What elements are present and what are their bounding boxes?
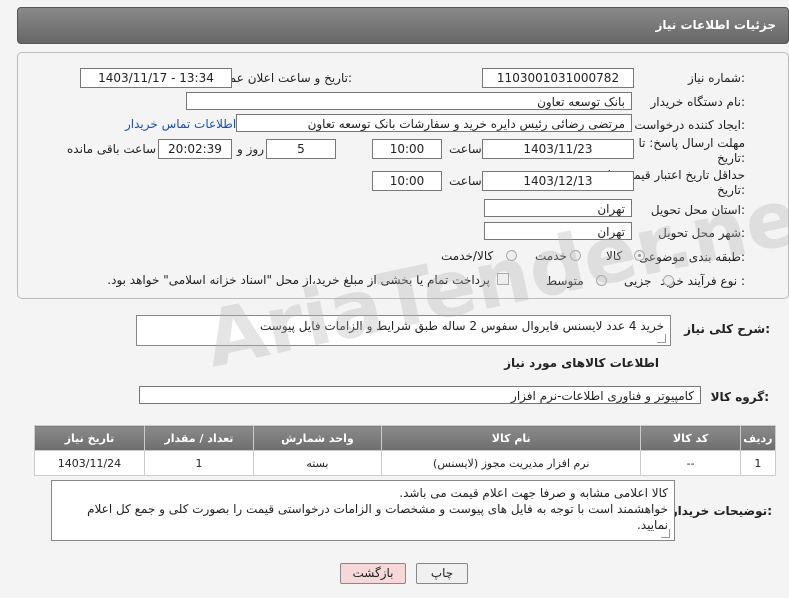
buyer-notes-label: توضیحات خریدار:: [670, 504, 772, 518]
buyer-notes-textarea[interactable]: کالا اعلامی مشابه و صرفا جهت اعلام قیمت …: [51, 480, 675, 541]
city-field: تهران: [484, 222, 632, 240]
days-label: روز و: [237, 142, 264, 156]
category-goods-service-label: کالا/خدمت: [441, 249, 494, 263]
deadline-time-field: 10:00: [372, 139, 442, 159]
col-quantity: تعداد / مقدار: [143, 425, 254, 451]
goods-section-title: اطلاعات کالاهای مورد نیاز: [504, 356, 659, 370]
announce-datetime-field: 1403/11/17 - 13:34: [80, 68, 232, 88]
page-title-bar: جزئیات اطلاعات نیاز: [17, 7, 789, 44]
cell-unit: بسته: [252, 450, 383, 476]
treasury-payment-checkbox[interactable]: [497, 273, 509, 285]
col-row-number: ردیف: [739, 425, 777, 451]
category-label: طبقه بندی موضوعی:: [638, 250, 745, 264]
cell-row-number: 1: [739, 450, 777, 476]
deadline-date-field: 1403/11/23: [482, 139, 634, 159]
need-number-label: شماره نیاز:: [687, 71, 745, 85]
treasury-payment-note: پرداخت تمام یا بخشی از مبلغ خرید،از محل …: [107, 273, 490, 287]
process-minor-radio[interactable]: [663, 275, 674, 286]
description-textarea[interactable]: خرید 4 عدد لایسنس فایروال سفوس 2 ساله طب…: [136, 315, 671, 346]
category-service-radio[interactable]: [570, 250, 581, 261]
goods-group-label: گروه کالا:: [710, 390, 769, 404]
cell-goods-code: --: [640, 450, 741, 476]
validity-date-field: 1403/12/13: [482, 171, 634, 191]
remaining-time-label: ساعت باقی مانده: [67, 142, 157, 156]
goods-group-field: کامپیوتر و فناوری اطلاعات-نرم افزار: [139, 386, 701, 404]
category-goods-service-radio[interactable]: [506, 250, 517, 261]
category-service-label: خدمت: [535, 249, 567, 263]
buyer-contact-link[interactable]: اطلاعات تماس خریدار: [125, 117, 236, 131]
col-need-date: تاریخ نیاز: [34, 425, 145, 451]
cell-quantity: 1: [143, 450, 254, 476]
validity-date-label: تاریخ:: [717, 183, 745, 197]
resize-handle-icon[interactable]: [657, 334, 666, 343]
category-goods-label: کالا: [606, 249, 623, 263]
province-label: استان محل تحویل:: [650, 203, 745, 217]
process-minor-label: جزیی: [624, 274, 652, 288]
cell-goods-name: نرم افزار مدیریت مجوز (لایسنس): [381, 450, 642, 476]
back-button[interactable]: بازگشت: [340, 563, 406, 584]
goods-table-header-row: ردیف کد کالا نام کالا واحد شمارش تعداد /…: [34, 425, 777, 451]
remaining-time-field: 20:02:39: [158, 139, 232, 159]
cell-need-date: 1403/11/24: [34, 450, 145, 476]
need-number-field: 1103001031000782: [482, 68, 634, 88]
print-button[interactable]: چاپ: [416, 563, 468, 584]
col-goods-code: کد کالا: [640, 425, 741, 451]
resize-handle-icon[interactable]: [661, 529, 670, 538]
validity-time-field: 10:00: [372, 171, 442, 191]
description-text: خرید 4 عدد لایسنس فایروال سفوس 2 ساله طب…: [259, 319, 664, 333]
validity-time-label: ساعت: [449, 174, 482, 188]
buyer-org-field: بانک توسعه تعاون: [186, 92, 632, 110]
days-remaining-field: 5: [266, 139, 336, 159]
creator-field: مرتضی رضائی رئیس دایره خرید و سفارشات با…: [236, 114, 632, 132]
goods-table: ردیف کد کالا نام کالا واحد شمارش تعداد /…: [34, 425, 777, 476]
city-label: شهر محل تحویل:: [658, 226, 745, 240]
province-field: تهران: [484, 199, 632, 217]
page-title: جزئیات اطلاعات نیاز: [655, 18, 776, 32]
creator-label: ایجاد کننده درخواست:: [634, 118, 745, 132]
buyer-notes-line-1: کالا اعلامی مشابه و صرفا جهت اعلام قیمت …: [399, 486, 668, 500]
deadline-date-label: تاریخ:: [717, 151, 745, 165]
deadline-time-label: ساعت: [449, 142, 482, 156]
process-medium-label: متوسط: [546, 274, 584, 288]
buyer-org-label: نام دستگاه خریدار:: [650, 95, 746, 109]
deadline-label: مهلت ارسال پاسخ: تا: [638, 136, 745, 150]
process-medium-radio[interactable]: [596, 275, 607, 286]
category-goods-radio[interactable]: [634, 250, 645, 261]
description-label: شرح کلی نیاز:: [684, 322, 770, 336]
buyer-notes-line-2: خواهشمند است با توجه به فایل های پیوست و…: [87, 502, 668, 532]
table-row: 1 -- نرم افزار مدیریت مجوز (لایسنس) بسته…: [34, 450, 777, 476]
col-unit: واحد شمارش: [252, 425, 383, 451]
col-goods-name: نام کالا: [381, 425, 642, 451]
